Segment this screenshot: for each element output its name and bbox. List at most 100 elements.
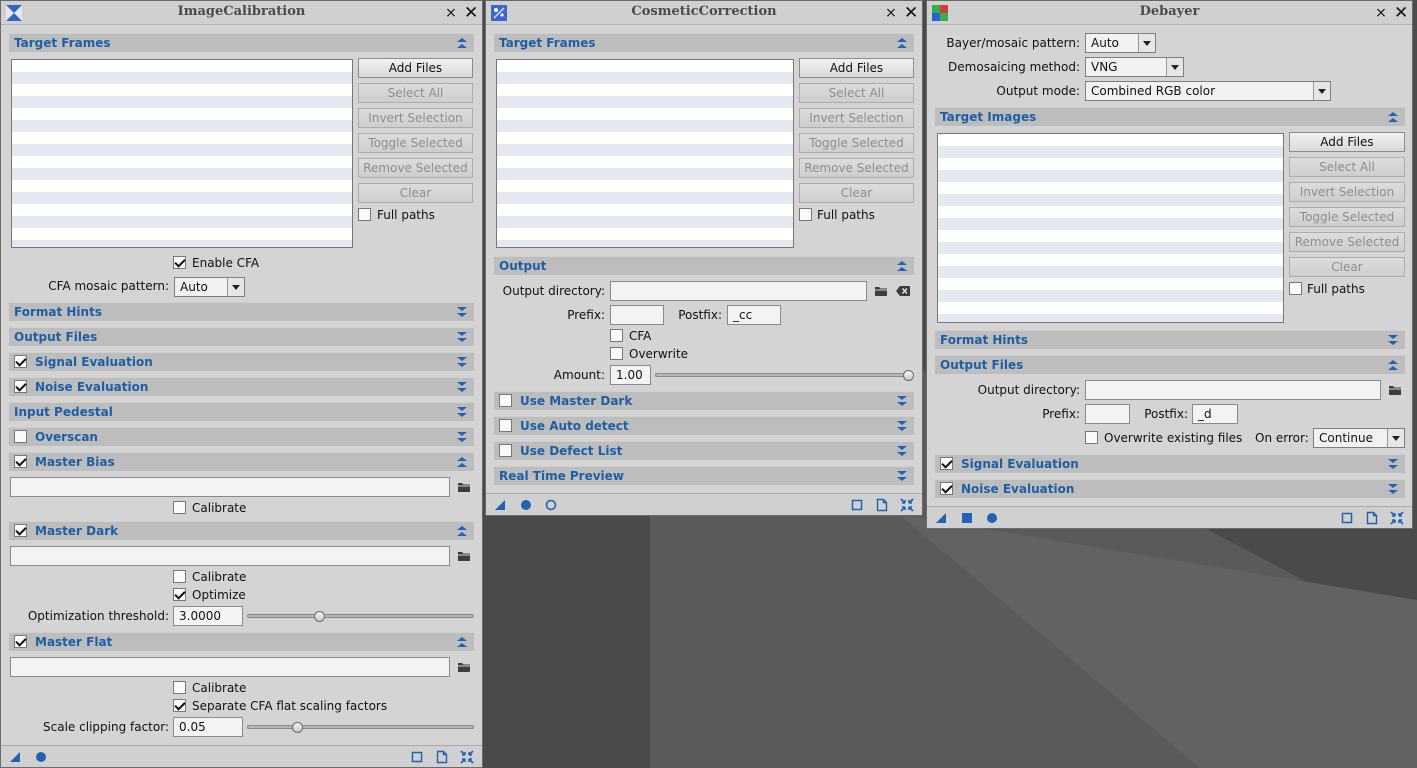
collapse-icon[interactable] xyxy=(456,35,468,50)
bias-calibrate-checkbox[interactable] xyxy=(173,501,186,514)
full-paths-checkbox[interactable] xyxy=(799,208,812,221)
toggle-selected-button[interactable]: Toggle Selected xyxy=(799,133,914,153)
expand-icon[interactable] xyxy=(1387,332,1399,347)
master-bias-checkbox[interactable] xyxy=(14,455,27,468)
real-time-preview-section[interactable]: Real Time Preview xyxy=(494,466,914,485)
target-images-section[interactable]: Target Images xyxy=(935,107,1405,126)
folder-icon[interactable] xyxy=(1387,382,1403,398)
collapse-icon[interactable] xyxy=(456,523,468,538)
overwrite-checkbox[interactable] xyxy=(1085,431,1098,444)
amount-slider-track[interactable] xyxy=(655,373,914,377)
master-flat-checkbox[interactable] xyxy=(14,635,27,648)
overwrite-checkbox[interactable] xyxy=(610,347,623,360)
use-defect-list-checkbox[interactable] xyxy=(499,444,512,457)
cfa-checkbox[interactable] xyxy=(610,329,623,342)
title-bar[interactable]: CosmeticCorrection ⨯ ✕ xyxy=(486,1,922,25)
expand-icon[interactable] xyxy=(896,443,908,458)
noise-evaluation-checkbox[interactable] xyxy=(14,380,27,393)
title-bar[interactable]: Debayer ⨯ ✕ xyxy=(927,1,1412,25)
apply-global-icon[interactable] xyxy=(33,749,49,765)
select-all-button[interactable]: Select All xyxy=(358,83,473,103)
amount-slider-handle[interactable] xyxy=(903,370,914,381)
expand-icon[interactable] xyxy=(456,304,468,319)
close-icon[interactable]: ✕ xyxy=(464,5,478,22)
apply-global-icon[interactable] xyxy=(518,497,534,513)
toggle-selected-button[interactable]: Toggle Selected xyxy=(1289,207,1405,227)
select-all-button[interactable]: Select All xyxy=(1289,157,1405,177)
expand-icon[interactable] xyxy=(456,354,468,369)
new-instance-icon[interactable] xyxy=(492,497,508,513)
add-files-button[interactable]: Add Files xyxy=(358,58,473,78)
folder-icon[interactable] xyxy=(456,548,472,564)
remove-selected-button[interactable]: Remove Selected xyxy=(1289,232,1405,252)
output-files-section[interactable]: Output Files xyxy=(935,355,1405,374)
format-hints-section[interactable]: Format Hints xyxy=(935,330,1405,349)
dark-optimize-checkbox[interactable] xyxy=(173,588,186,601)
expand-icon[interactable] xyxy=(1387,481,1399,496)
expand-icon[interactable] xyxy=(896,468,908,483)
toggle-selected-button[interactable]: Toggle Selected xyxy=(358,133,473,153)
output-directory-input[interactable] xyxy=(1085,380,1381,400)
reset-icon[interactable] xyxy=(899,497,915,513)
shade-icon[interactable]: ⨯ xyxy=(884,5,898,21)
master-flat-path-input[interactable] xyxy=(10,657,450,677)
amount-input[interactable]: 1.00 xyxy=(610,365,651,385)
expand-icon[interactable] xyxy=(896,418,908,433)
master-dark-checkbox[interactable] xyxy=(14,524,27,537)
output-files-section[interactable]: Output Files xyxy=(9,327,474,346)
optimization-threshold-input[interactable]: 3.0000 xyxy=(173,606,243,626)
clear-directory-icon[interactable] xyxy=(895,283,911,299)
folder-icon[interactable] xyxy=(456,479,472,495)
invert-selection-button[interactable]: Invert Selection xyxy=(1289,182,1405,202)
prefix-input[interactable] xyxy=(1085,404,1130,424)
collapse-icon[interactable] xyxy=(896,258,908,273)
format-hints-section[interactable]: Format Hints xyxy=(9,302,474,321)
target-frames-list[interactable] xyxy=(496,59,794,248)
collapse-icon[interactable] xyxy=(896,35,908,50)
flat-calibrate-checkbox[interactable] xyxy=(173,681,186,694)
output-directory-input[interactable] xyxy=(610,281,867,301)
output-section[interactable]: Output xyxy=(494,256,914,275)
select-all-button[interactable]: Select All xyxy=(799,83,914,103)
remove-selected-button[interactable]: Remove Selected xyxy=(358,158,473,178)
new-instance-icon[interactable] xyxy=(7,749,23,765)
expand-icon[interactable] xyxy=(1387,456,1399,471)
demosaic-method-select[interactable]: VNG xyxy=(1085,57,1184,77)
expand-icon[interactable] xyxy=(456,429,468,444)
browse-documentation-icon[interactable] xyxy=(409,749,425,765)
folder-icon[interactable] xyxy=(456,659,472,675)
master-dark-path-input[interactable] xyxy=(10,546,450,566)
overscan-section[interactable]: Overscan xyxy=(9,427,474,446)
track-view-icon[interactable] xyxy=(1364,510,1380,526)
real-time-preview-icon[interactable] xyxy=(543,497,559,513)
remove-selected-button[interactable]: Remove Selected xyxy=(799,158,914,178)
on-error-select[interactable]: Continue xyxy=(1313,428,1405,448)
noise-evaluation-checkbox[interactable] xyxy=(940,482,953,495)
scale-clipping-slider-track[interactable] xyxy=(247,725,474,729)
master-dark-section[interactable]: Master Dark xyxy=(9,521,474,540)
master-bias-path-input[interactable] xyxy=(10,477,450,497)
add-files-button[interactable]: Add Files xyxy=(799,58,914,78)
master-flat-section[interactable]: Master Flat xyxy=(9,632,474,651)
collapse-icon[interactable] xyxy=(1387,357,1399,372)
expand-icon[interactable] xyxy=(456,404,468,419)
use-master-dark-section[interactable]: Use Master Dark xyxy=(494,391,914,410)
close-icon[interactable]: ✕ xyxy=(904,5,918,22)
scale-clipping-slider-handle[interactable] xyxy=(292,722,304,733)
optimization-threshold-slider-track[interactable] xyxy=(247,614,474,618)
add-files-button[interactable]: Add Files xyxy=(1289,132,1405,152)
expand-icon[interactable] xyxy=(456,329,468,344)
apply-global-icon[interactable] xyxy=(984,510,1000,526)
clear-button[interactable]: Clear xyxy=(1289,257,1405,277)
full-paths-checkbox[interactable] xyxy=(1289,282,1302,295)
noise-evaluation-section[interactable]: Noise Evaluation xyxy=(9,377,474,396)
signal-evaluation-section[interactable]: Signal Evaluation xyxy=(9,352,474,371)
browse-documentation-icon[interactable] xyxy=(849,497,865,513)
invert-selection-button[interactable]: Invert Selection xyxy=(799,108,914,128)
target-frames-list[interactable] xyxy=(11,59,353,248)
reset-icon[interactable] xyxy=(459,749,475,765)
signal-evaluation-checkbox[interactable] xyxy=(940,457,953,470)
invert-selection-button[interactable]: Invert Selection xyxy=(358,108,473,128)
prefix-input[interactable] xyxy=(610,305,664,325)
bayer-pattern-select[interactable]: Auto xyxy=(1085,33,1156,53)
